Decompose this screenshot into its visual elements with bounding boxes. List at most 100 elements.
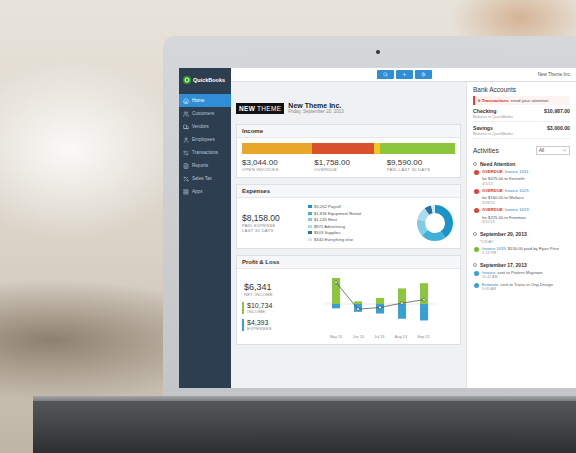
timeline-marker-icon (473, 232, 477, 236)
toolbar-button[interactable] (396, 70, 413, 79)
figure-label: EXPENSES (247, 326, 298, 331)
activity-link[interactable]: Estimate (482, 282, 498, 287)
nav-label: Customers (192, 111, 214, 116)
company-menu[interactable]: New Theme Inc. (538, 72, 571, 77)
bank-account[interactable]: Savings$3,000.00Balance in QuickBooks (473, 125, 570, 139)
activity-link[interactable]: Invoice 1025 (505, 188, 529, 193)
income-bar (354, 301, 362, 304)
activity-status-icon (474, 247, 479, 252)
amount: $3,044.00 (242, 158, 310, 167)
income-bar-segment (312, 143, 374, 154)
activity-item[interactable]: OVERDUEInvoice 1019for $225.00 to Freema… (473, 207, 570, 224)
quickbooks-logo-icon (183, 76, 191, 84)
nav-label: Transactions (192, 150, 218, 155)
sidebar-item[interactable]: Transactions (179, 146, 231, 159)
status-tag: OVERDUE (482, 169, 503, 174)
net-income-point (400, 302, 403, 305)
camera-icon (376, 50, 380, 54)
legend-item: $503 Supplies (308, 230, 409, 235)
profit-loss-metric: $6,341NET INCOME (242, 282, 298, 297)
legend-item: $1,245 Rent (308, 217, 409, 222)
activity-link[interactable]: Invoice 1031 (505, 169, 529, 174)
nav-label: Reports (192, 163, 208, 168)
activity-meta: 11:42 AM (482, 275, 543, 280)
legend-item: $972 Advertising (308, 224, 409, 229)
activity-item[interactable]: OVERDUEInvoice 1031for $475.00 to Kennet… (473, 169, 570, 186)
content: New Theme Inc. NEWTHEMENew Theme Inc.Frid… (231, 68, 576, 388)
activity-line: Invoice 1035$150.00 paid by Ryan Price (482, 246, 559, 251)
figure: $3,044.00OPEN INVOICES (242, 158, 310, 172)
income-bar (420, 283, 428, 304)
activity-meta: 9:05 AM (482, 287, 553, 292)
nav-label: Home (192, 98, 204, 103)
legend-swatch (308, 205, 312, 208)
figure-label: PAID LAST 30 DAYS (387, 167, 455, 172)
activity-group-header: Need Attention (473, 161, 570, 167)
nav-icon (183, 98, 189, 104)
axis-label: Jul 13 (374, 335, 384, 339)
expense-bar (332, 304, 340, 308)
legend-item: $3,262 Payroll (308, 204, 409, 209)
dashboard-body: NEWTHEMENew Theme Inc.Friday, September … (231, 82, 576, 388)
activity-link[interactable]: Invoice 1019 (505, 207, 529, 212)
legend-swatch (308, 218, 312, 221)
activity-link[interactable]: Invoice 1035 (482, 246, 506, 251)
attention-alert[interactable]: 6 Transactionsneed your attention (473, 96, 570, 105)
right-panel: Bank Accounts 6 Transactionsneed your att… (466, 82, 576, 388)
top-bar: New Theme Inc. (231, 68, 576, 82)
panel-title: Bank Accounts (473, 86, 570, 93)
activity-item[interactable]: OVERDUEInvoice 1025for $160.00 to Wallac… (473, 188, 570, 205)
activity-description: sent to Pattern Mayrowe (497, 270, 542, 275)
figure-label: INCOME (247, 309, 298, 314)
activity-status-icon (474, 170, 479, 175)
toolbar-button[interactable] (377, 70, 394, 79)
sidebar-item[interactable]: Employees (179, 133, 231, 146)
donut-segment (421, 209, 449, 237)
sidebar-item[interactable]: Reports (179, 159, 231, 172)
activity-text: OVERDUEInvoice 1019for $225.00 to Freema… (482, 207, 570, 224)
activity-line: OVERDUEInvoice 1031for $475.00 to Kennet… (482, 169, 570, 182)
activity-status-icon (474, 208, 479, 213)
nav-label: Employees (192, 137, 215, 142)
alert-link[interactable]: 6 Transactions (478, 98, 509, 103)
toolbar-button[interactable] (415, 70, 432, 79)
status-tag: OVERDUE (482, 188, 503, 193)
sidebar-item[interactable]: Home (179, 94, 231, 107)
profit-loss-metric: $10,734INCOME (242, 302, 298, 314)
activity-group-sub: TODAY (473, 239, 570, 244)
expense-bar (376, 304, 384, 314)
activity-filter[interactable]: All (536, 146, 570, 155)
donut-chart (415, 203, 455, 243)
legend-swatch (308, 225, 312, 228)
legend-item: $340 Everything else (308, 237, 409, 242)
activity-link[interactable]: Invoice (482, 270, 495, 275)
keyboard-deck (33, 401, 576, 453)
net-income-line (336, 282, 424, 309)
legend-item: $1,836 Equipment Rental (308, 211, 409, 216)
activity-group: Need Attention OVERDUEInvoice 1031for $47… (473, 161, 570, 225)
net-income-point (378, 306, 381, 309)
legend-label: $972 Advertising (314, 224, 345, 229)
sidebar-item[interactable]: Customers (179, 107, 231, 120)
nav-icon (183, 137, 189, 143)
sidebar-item[interactable]: Sales Tax (179, 172, 231, 185)
chevron-down-icon (562, 148, 567, 153)
sidebar-item[interactable]: Apps (179, 185, 231, 198)
expense-bar (420, 304, 428, 320)
plus-icon (402, 72, 407, 77)
net-income-point (422, 298, 425, 301)
net-income-point (356, 308, 359, 311)
legend-label: $3,262 Payroll (314, 204, 341, 209)
activity-item[interactable]: Invoice 1035$150.00 paid by Ryan Price2:… (473, 246, 570, 256)
activity-item[interactable]: Invoicesent to Pattern Mayrowe11:42 AM (473, 270, 570, 280)
activity-text: Invoice 1035$150.00 paid by Ryan Price2:… (482, 246, 559, 256)
activity-line: Invoicesent to Pattern Mayrowe (482, 270, 543, 275)
account-name: Savings (473, 125, 493, 131)
sidebar-item[interactable]: Vendors (179, 120, 231, 133)
bank-account[interactable]: Checking$10,987.00Balance in QuickBooks (473, 108, 570, 122)
company-logo: NEWTHEME (236, 103, 284, 114)
legend-swatch (308, 238, 312, 241)
activity-item[interactable]: Estimatesent to Travis in Ong Design9:05… (473, 282, 570, 292)
activity-description: sent to Travis in Ong Design (500, 282, 553, 287)
activity-text: Estimatesent to Travis in Ong Design9:05… (482, 282, 553, 292)
